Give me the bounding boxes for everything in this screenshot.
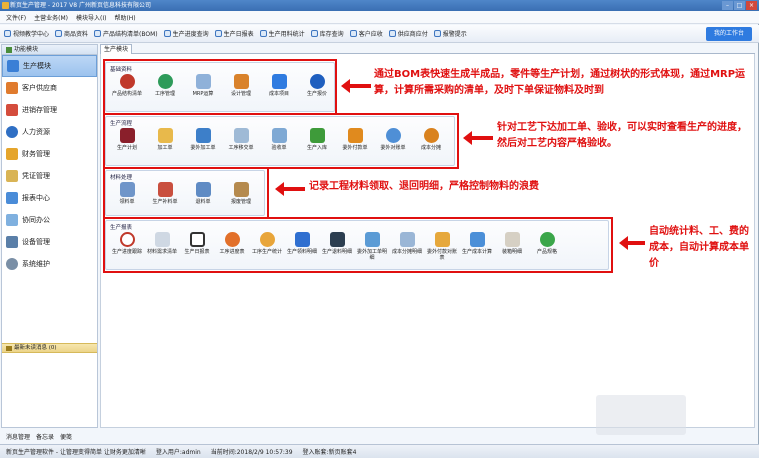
toolbar-video-center[interactable]: 视频教学中心: [4, 29, 49, 38]
nav-system[interactable]: 系统维护: [2, 253, 97, 275]
app-window: 新页生产管理 - 2017 V8 广州新页信息科技有限公司 – □ × 文件(F…: [0, 0, 759, 458]
nav-reports[interactable]: 报表中心: [2, 187, 97, 209]
bottom-links: 消息管理 备忘录 便笺: [6, 432, 72, 441]
inventory-icon: [6, 104, 18, 116]
person-icon: [6, 126, 18, 138]
folder-icon: [7, 60, 19, 72]
toolbar-material-stats[interactable]: 生产用料统计: [259, 29, 305, 38]
report-icon: [214, 30, 222, 37]
arrow-icon: [619, 236, 645, 250]
maximize-button[interactable]: □: [734, 1, 745, 10]
highlight-material-handling: [103, 167, 269, 219]
nav-customer-supplier[interactable]: 客户供应商: [2, 77, 97, 99]
title-bar: 新页生产管理 - 2017 V8 广州新页信息科技有限公司 – □ ×: [0, 0, 759, 11]
annotation-production-flow: 针对工艺下达加工单、验收，可以实时查看生产的进度，然后对工艺内容严格验收。: [497, 122, 747, 149]
toolbar-receivable[interactable]: 客户应收: [349, 29, 383, 38]
status-company: 新页生产管理软件 - 让管理变得简单 让财务更加清晰: [6, 449, 146, 456]
coins-icon: [6, 148, 18, 160]
status-account: 登入账套:新页账套4: [302, 449, 357, 456]
toolbar-daily-report[interactable]: 生产日报表: [214, 29, 254, 38]
highlight-production-flow: [103, 113, 459, 169]
message-icon: [6, 345, 12, 351]
highlight-production-reports: [103, 217, 613, 273]
chart-icon: [6, 192, 18, 204]
gear-icon: [6, 258, 18, 270]
nav-finance[interactable]: 财务管理: [2, 143, 97, 165]
toolbar-stock-query[interactable]: 库存查询: [310, 29, 344, 38]
module-icon: [6, 46, 12, 53]
office-icon: [6, 214, 18, 226]
toolbar-product-data[interactable]: 商品资料: [55, 29, 88, 38]
toolbar-bom[interactable]: 产品结构清单(BOM): [94, 29, 158, 38]
annotation-material-handling: 记录工程材料领取、退回明细，严格控制物料的浪费: [309, 181, 539, 192]
page-margin: [759, 0, 772, 458]
minimize-button[interactable]: –: [722, 1, 733, 10]
customers-icon: [6, 82, 18, 94]
nav-collaboration[interactable]: 协同办公: [2, 209, 97, 231]
my-workbench-button[interactable]: 我的工作台: [706, 27, 752, 41]
status-user: 登入用户:admin: [155, 449, 201, 456]
arrow-icon: [463, 131, 493, 145]
highlight-basic-data: [103, 59, 337, 115]
equipment-icon: [6, 236, 18, 248]
nav-voucher[interactable]: 凭证管理: [2, 165, 97, 187]
status-bar: 新页生产管理软件 - 让管理变得简单 让财务更加清晰 登入用户:admin 当前…: [0, 444, 759, 458]
window-controls: – □ ×: [722, 1, 757, 10]
video-icon: [4, 30, 11, 37]
unread-messages-bar[interactable]: 最新未读消息 (0): [2, 343, 97, 353]
arrow-icon: [275, 182, 305, 196]
status-time: 当前时间:2018/2/9 10:57:39: [210, 449, 293, 456]
nav-inventory[interactable]: 进销存管理: [2, 99, 97, 121]
nav-hr[interactable]: 人力资源: [2, 121, 97, 143]
watermark: [596, 395, 686, 435]
nav-equipment[interactable]: 设备管理: [2, 231, 97, 253]
payable-icon: [388, 30, 396, 37]
stock-icon: [310, 30, 318, 37]
product-icon: [55, 30, 63, 37]
annotation-basic-data: 通过BOM表快速生成半成品，零件等生产计划，通过树状的形式体现，通过MRP运算，…: [374, 69, 746, 96]
toolbar-progress-query[interactable]: 生产进度查询: [163, 29, 209, 38]
stats-icon: [259, 30, 267, 37]
toolbar-alarm[interactable]: 报警提示: [433, 29, 467, 38]
toolbar: 视频教学中心 商品资料 产品结构清单(BOM) 生产进度查询 生产日报表 生产用…: [0, 25, 759, 43]
message-manage-link[interactable]: 消息管理: [6, 432, 30, 441]
receivable-icon: [349, 30, 357, 37]
tab-strip: 生产模块: [100, 44, 755, 54]
window-title: 新页生产管理 - 2017 V8 广州新页信息科技有限公司: [10, 2, 151, 9]
close-button[interactable]: ×: [746, 1, 757, 10]
nav-production[interactable]: 生产模块: [2, 55, 97, 77]
toolbar-payable[interactable]: 供应商应付: [388, 29, 428, 38]
voucher-icon: [6, 170, 18, 182]
arrow-icon: [341, 79, 371, 93]
notes-link[interactable]: 便笺: [60, 432, 72, 441]
menu-file[interactable]: 文件(F): [6, 13, 26, 22]
annotation-production-reports: 自动统计料、工、费的成本，自动计算成本单价: [649, 226, 749, 269]
main-content: 基础资料 产品结构清单 工序管理 MRP运算 设计管理 成本项目 生产报价 通过…: [100, 54, 755, 428]
left-panel-header: 功能模块: [2, 45, 97, 55]
app-logo-icon: [2, 2, 9, 9]
bom-icon: [94, 30, 102, 37]
menu-module-import[interactable]: 模块导入(I): [76, 13, 106, 22]
menu-main-business[interactable]: 主营业务(M): [34, 13, 68, 22]
progress-icon: [163, 30, 171, 37]
menu-bar: 文件(F) 主营业务(M) 模块导入(I) 帮助(H): [0, 11, 759, 24]
menu-help[interactable]: 帮助(H): [114, 13, 135, 22]
memo-link[interactable]: 备忘录: [36, 432, 54, 441]
left-panel: 功能模块 生产模块 客户供应商 进销存管理 人力资源 财务管理 凭证管理 报表中…: [1, 44, 98, 428]
alarm-icon: [433, 30, 441, 37]
tab-production[interactable]: 生产模块: [100, 44, 132, 54]
